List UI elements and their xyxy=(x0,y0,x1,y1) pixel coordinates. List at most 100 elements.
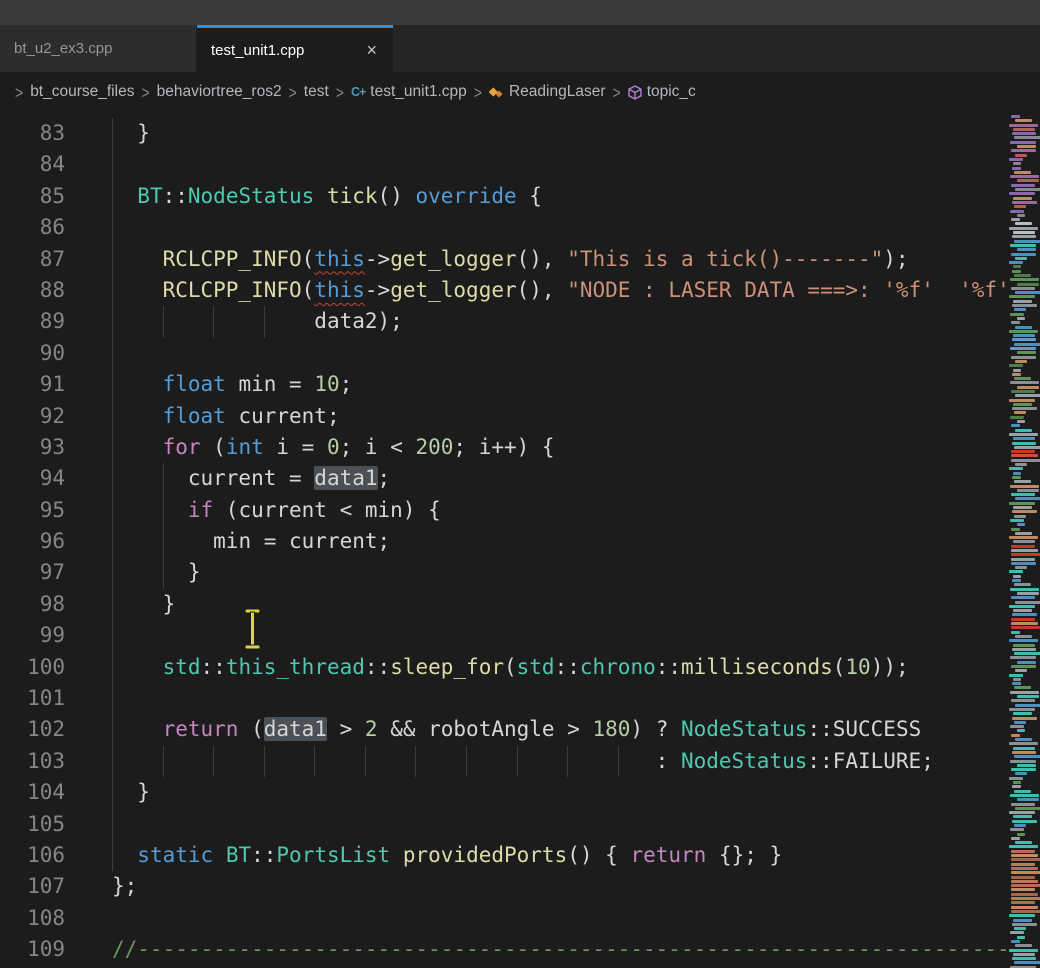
breadcrumb-item-behaviortree-ros2[interactable]: behaviortree_ros2 xyxy=(157,83,282,101)
indent-guide xyxy=(567,746,568,777)
minimap-stripe xyxy=(1013,334,1035,337)
line-number[interactable]: 83 xyxy=(0,118,65,149)
line-number[interactable]: 107 xyxy=(0,871,65,902)
minimap-stripe xyxy=(1011,888,1035,891)
code-line-91[interactable]: 91 float min = 10; xyxy=(0,369,1007,400)
code-line-103[interactable]: 103 : NodeStatus::FAILURE; xyxy=(0,746,1007,777)
line-number[interactable]: 106 xyxy=(0,840,65,871)
code-line-88[interactable]: 88 RCLCPP_INFO(this->get_logger(), "NODE… xyxy=(0,275,1007,306)
breadcrumb-item-topic-c[interactable]: topic_c xyxy=(628,83,696,101)
breadcrumb-item-readinglaser[interactable]: ReadingLaser xyxy=(489,83,606,101)
minimap-stripe xyxy=(1014,274,1031,277)
close-icon[interactable]: × xyxy=(364,41,379,59)
line-number[interactable]: 94 xyxy=(0,463,65,494)
minimap-stripe xyxy=(1017,386,1039,389)
minimap-stripe xyxy=(1015,429,1032,432)
code-line-106[interactable]: 106 static BT::PortsList providedPorts()… xyxy=(0,840,1007,871)
minimap-stripe xyxy=(1011,493,1035,496)
line-number[interactable]: 99 xyxy=(0,620,65,651)
code-line-87[interactable]: 87 RCLCPP_INFO(this->get_logger(), "This… xyxy=(0,244,1007,275)
line-number[interactable]: 97 xyxy=(0,557,65,588)
line-number[interactable]: 103 xyxy=(0,746,65,777)
code-line-92[interactable]: 92 float current; xyxy=(0,401,1007,432)
code-token: RCLCPP_INFO xyxy=(163,247,302,271)
code-line-107[interactable]: 107}; xyxy=(0,871,1007,902)
class-icon xyxy=(489,85,504,99)
code-line-105[interactable]: 105 xyxy=(0,809,1007,840)
code-line-96[interactable]: 96 min = current; xyxy=(0,526,1007,557)
line-number[interactable]: 96 xyxy=(0,526,65,557)
code-line-108[interactable]: 108 xyxy=(0,903,1007,934)
line-number[interactable]: 98 xyxy=(0,589,65,620)
line-number[interactable]: 100 xyxy=(0,652,65,683)
minimap-stripe xyxy=(1011,631,1020,634)
tab-test-unit1-cpp[interactable]: test_unit1.cpp × xyxy=(197,25,393,72)
minimap[interactable] xyxy=(1007,112,1040,968)
line-number[interactable]: 92 xyxy=(0,401,65,432)
code-editor[interactable]: 83 }8485 BT::NodeStatus tick() override … xyxy=(0,112,1040,968)
minimap-stripe xyxy=(1010,588,1039,591)
line-number[interactable]: 101 xyxy=(0,683,65,714)
line-content: for (int i = 0; i < 200; i++) { xyxy=(112,432,1007,463)
code-token: float xyxy=(163,404,226,428)
minimap-stripe xyxy=(1011,558,1035,561)
line-number[interactable]: 102 xyxy=(0,714,65,745)
line-number[interactable]: 108 xyxy=(0,903,65,934)
line-number[interactable]: 86 xyxy=(0,212,65,243)
code-line-100[interactable]: 100 std::this_thread::sleep_for(std::chr… xyxy=(0,652,1007,683)
breadcrumb-label: topic_c xyxy=(647,83,696,101)
minimap-stripe xyxy=(1013,369,1021,372)
minimap-stripe xyxy=(1014,171,1031,174)
minimap-stripe xyxy=(1011,528,1020,531)
minimap-stripe xyxy=(1009,295,1035,298)
line-number[interactable]: 93 xyxy=(0,432,65,463)
code-line-98[interactable]: 98 } xyxy=(0,589,1007,620)
indent-guide xyxy=(112,557,113,588)
code-line-86[interactable]: 86 xyxy=(0,212,1007,243)
code-line-93[interactable]: 93 for (int i = 0; i < 200; i++) { xyxy=(0,432,1007,463)
line-number[interactable]: 85 xyxy=(0,181,65,212)
line-number[interactable]: 91 xyxy=(0,369,65,400)
line-number[interactable]: 87 xyxy=(0,244,65,275)
code-line-94[interactable]: 94 current = data1; xyxy=(0,463,1007,494)
code-line-95[interactable]: 95 if (current < min) { xyxy=(0,495,1007,526)
minimap-stripe xyxy=(1011,858,1040,861)
code-line-89[interactable]: 89 data2); xyxy=(0,306,1007,337)
code-token: :: xyxy=(365,655,390,679)
minimap-stripe xyxy=(1009,261,1023,264)
line-number[interactable]: 105 xyxy=(0,809,65,840)
code-token: "This is a tick()-------" xyxy=(567,247,883,271)
line-number[interactable]: 89 xyxy=(0,306,65,337)
line-number[interactable]: 109 xyxy=(0,934,65,965)
minimap-stripe xyxy=(1011,115,1020,118)
minimap-stripe xyxy=(1014,446,1040,449)
code-token: ) ? xyxy=(630,717,681,741)
code-token: (), xyxy=(517,247,568,271)
line-number[interactable]: 104 xyxy=(0,777,65,808)
line-number[interactable]: 95 xyxy=(0,495,65,526)
code-line-101[interactable]: 101 xyxy=(0,683,1007,714)
breadcrumb-item-test-unit1-cpp[interactable]: C+test_unit1.cpp xyxy=(351,83,467,101)
code-area[interactable]: 83 }8485 BT::NodeStatus tick() override … xyxy=(0,112,1007,968)
code-line-90[interactable]: 90 xyxy=(0,338,1007,369)
line-number[interactable]: 84 xyxy=(0,149,65,180)
line-content: return (data1 > 2 && robotAngle > 180) ?… xyxy=(112,714,1007,745)
code-token: providedPorts xyxy=(403,843,567,867)
indent-guide xyxy=(163,463,164,494)
line-number[interactable]: 88 xyxy=(0,275,65,306)
minimap-stripe xyxy=(1012,132,1036,135)
tab-bt-u2-ex3-cpp[interactable]: bt_u2_ex3.cpp xyxy=(0,25,197,72)
code-line-84[interactable]: 84 xyxy=(0,149,1007,180)
minimap-stripe xyxy=(1009,433,1038,436)
code-line-83[interactable]: 83 } xyxy=(0,118,1007,149)
breadcrumb-item-test[interactable]: test xyxy=(304,83,329,101)
code-line-85[interactable]: 85 BT::NodeStatus tick() override { xyxy=(0,181,1007,212)
line-number[interactable]: 90 xyxy=(0,338,65,369)
code-line-99[interactable]: 99 xyxy=(0,620,1007,651)
breadcrumb-item-bt-course-files[interactable]: bt_course_files xyxy=(30,83,134,101)
minimap-stripe xyxy=(1017,936,1025,939)
code-line-102[interactable]: 102 return (data1 > 2 && robotAngle > 18… xyxy=(0,714,1007,745)
code-line-104[interactable]: 104 } xyxy=(0,777,1007,808)
code-line-97[interactable]: 97 } xyxy=(0,557,1007,588)
code-line-109[interactable]: 109//-----------------------------------… xyxy=(0,934,1007,965)
